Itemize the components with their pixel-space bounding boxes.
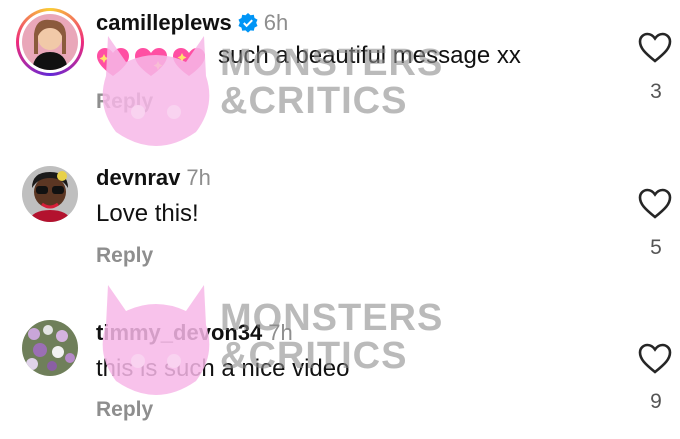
comment-text: this is such a nice video [96, 355, 350, 382]
username[interactable]: devnrav [96, 165, 180, 190]
like-count: 3 [650, 80, 662, 103]
comment-text: Love this! [96, 200, 199, 227]
reply-button[interactable]: Reply [96, 90, 153, 114]
timestamp: 7h [268, 320, 293, 345]
verified-badge-icon [238, 13, 258, 33]
comment-header: camilleplews 6h [96, 10, 288, 36]
comment-text: such a beautiful message xx [96, 42, 521, 78]
username[interactable]: timmy_devon34 [96, 320, 262, 345]
username[interactable]: camilleplews [96, 10, 232, 35]
sparkling-heart-emoji [96, 47, 210, 78]
timestamp: 6h [263, 10, 289, 35]
comment-header: devnrav 7h [96, 165, 211, 191]
comment-header: timmy_devon34 7h [96, 320, 293, 346]
like-count: 9 [650, 390, 662, 413]
heart-icon[interactable] [638, 32, 672, 64]
avatar[interactable] [22, 166, 78, 222]
reply-button[interactable]: Reply [96, 398, 153, 422]
timestamp: 7h [186, 165, 211, 190]
reply-button[interactable]: Reply [96, 244, 153, 268]
heart-icon[interactable] [638, 343, 672, 375]
like-count: 5 [650, 236, 662, 259]
watermark-line2: &CRITICS [220, 80, 408, 122]
heart-icon[interactable] [638, 188, 672, 220]
comment-body-text: such a beautiful message xx [218, 42, 521, 69]
avatar[interactable] [22, 14, 78, 70]
avatar[interactable] [22, 320, 78, 376]
